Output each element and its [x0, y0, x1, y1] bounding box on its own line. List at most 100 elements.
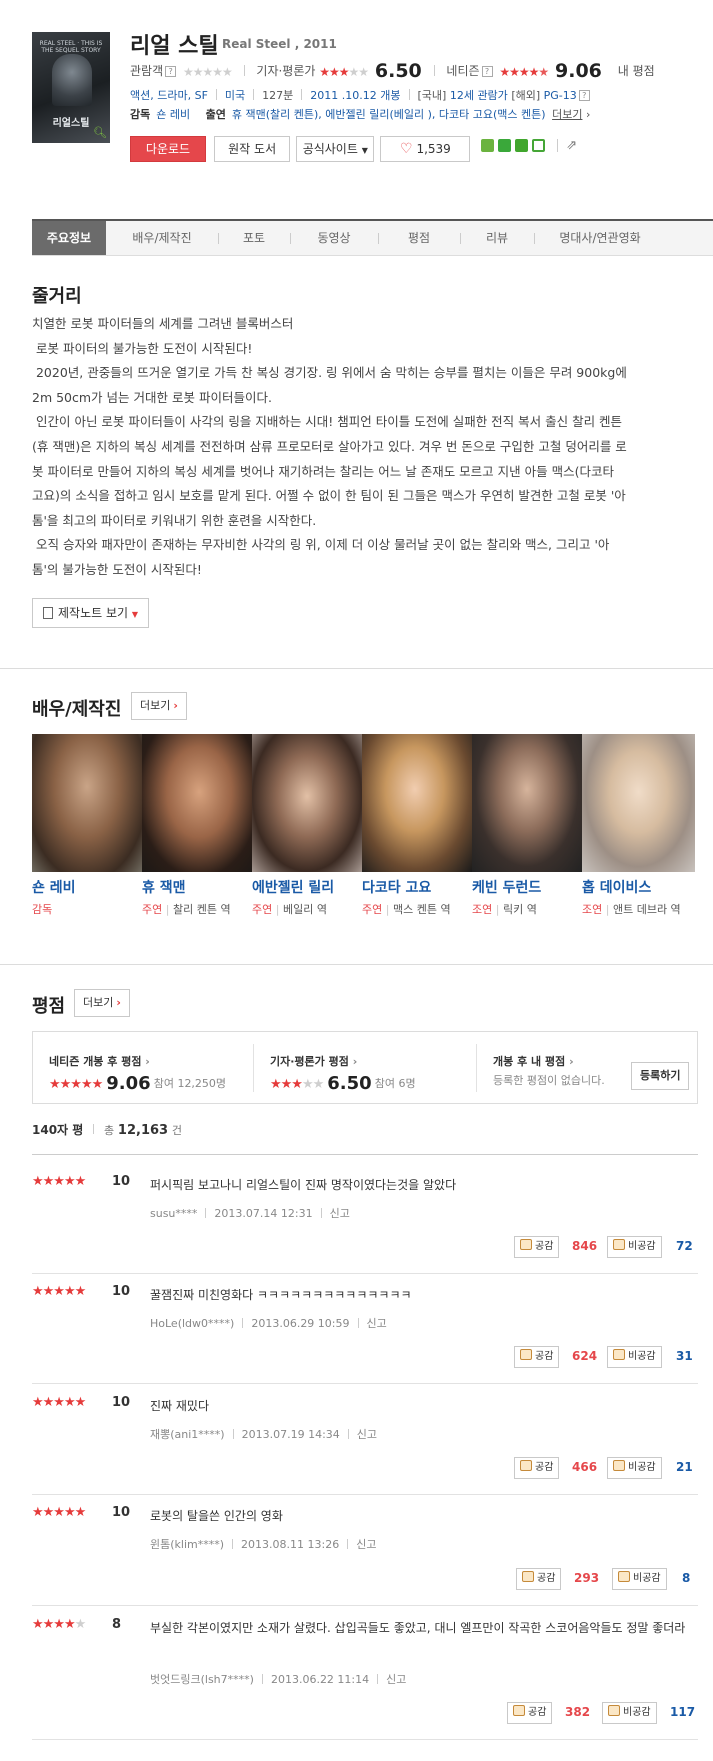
like-button[interactable]: 공감 — [516, 1568, 562, 1590]
dislike-button[interactable]: 비공감 — [607, 1236, 662, 1258]
cast-more-button[interactable]: 더보기 › — [131, 692, 187, 720]
dislike-button[interactable]: 비공감 — [607, 1457, 662, 1479]
report-link[interactable]: 신고 — [367, 1317, 387, 1330]
cast-name[interactable]: 숀 레비 — [32, 877, 76, 897]
bookmark-share-icon[interactable] — [532, 139, 545, 152]
like-label: 공감 — [528, 1707, 547, 1718]
review-count-row: 140자 평 총 12,163 건 — [32, 1121, 182, 1138]
dislike-count: 31 — [676, 1349, 693, 1363]
cast-name[interactable]: 다코타 고요 — [362, 877, 431, 897]
cafe-share-icon[interactable] — [498, 139, 511, 152]
cast-photo[interactable] — [252, 734, 362, 872]
tab-review[interactable]: 리뷰 — [460, 221, 534, 255]
dislike-button[interactable]: 비공감 — [607, 1346, 662, 1368]
report-link[interactable]: 신고 — [357, 1428, 377, 1441]
ratings-more-button[interactable]: 더보기 › — [74, 989, 130, 1017]
movie-poster[interactable]: REAL STEEL · THIS IS THE SEQUEL STORY 리얼… — [32, 32, 110, 143]
report-link[interactable]: 신고 — [356, 1538, 376, 1551]
release-date-link[interactable]: 2011 .10.12 개봉 — [310, 89, 400, 102]
review-user[interactable]: HoLe(ldw0****) — [150, 1317, 234, 1330]
review-user[interactable]: susu**** — [150, 1207, 197, 1220]
cast-section-title: 배우/제작진 — [32, 699, 122, 720]
synopsis-line: 로봇 파이터의 불가능한 도전이 시작된다! — [32, 340, 253, 356]
cast-more-link[interactable]: 더보기 — [552, 108, 582, 121]
like-button[interactable]: 공감 — [507, 1702, 553, 1724]
official-site-dropdown[interactable]: 공식사이트 ▼ — [296, 136, 375, 162]
review-meta: 벗엇드링크(lsh7****) 2013.06.22 11:14 신고 — [150, 1671, 406, 1687]
report-link[interactable]: 신고 — [386, 1673, 406, 1686]
my-rating-label[interactable]: 내 평점 — [618, 64, 655, 78]
thumbs-down-icon — [613, 1239, 625, 1250]
my-after-empty: 등록한 평점이 없습니다. — [493, 1074, 605, 1087]
dislike-button[interactable]: 비공감 — [602, 1702, 657, 1724]
tab-video[interactable]: 동영상 — [290, 221, 378, 255]
thumbs-down-icon — [618, 1571, 630, 1582]
me2day-share-icon[interactable] — [515, 139, 528, 152]
share-icon[interactable]: ⇗ — [566, 138, 577, 153]
review-text: 퍼시픽림 보고나니 리얼스틸이 진짜 명작이였다는것을 알았다 — [150, 1178, 457, 1192]
divider — [301, 89, 303, 100]
like-button[interactable]: 공감 — [514, 1346, 560, 1368]
production-notes-button[interactable]: 제작노트 보기 ▼ — [32, 598, 150, 628]
tab-rating[interactable]: 평점 — [378, 221, 460, 255]
zoom-icon[interactable]: 🔍︎ — [93, 126, 107, 140]
cast-photo[interactable] — [472, 734, 582, 872]
help-icon[interactable]: ? — [165, 66, 177, 77]
cast-name[interactable]: 케빈 두런드 — [472, 877, 541, 897]
section-divider — [0, 964, 713, 965]
character-name: 릭키 역 — [502, 903, 537, 916]
tab-quotes-related[interactable]: 명대사/연관영화 — [534, 221, 666, 255]
tab-cast[interactable]: 배우/제작진 — [106, 221, 218, 255]
tab-photo[interactable]: 포토 — [218, 221, 290, 255]
review-user[interactable]: 벗엇드링크(lsh7****) — [150, 1673, 254, 1686]
action-bar: 다운로드 원작 도서 공식사이트 ▼ ♡ 1,539 — [130, 136, 471, 162]
synopsis-title: 줄거리 — [32, 286, 82, 307]
role-type: 주연 — [142, 903, 163, 916]
cast-photo[interactable] — [362, 734, 472, 872]
cast-photo[interactable] — [582, 734, 695, 872]
divider — [253, 89, 255, 100]
like-button[interactable]: ♡ 1,539 — [380, 136, 471, 162]
cast-name[interactable]: 홉 데이비스 — [582, 877, 651, 897]
tab-main-info[interactable]: 주요정보 — [32, 221, 106, 255]
rating-domestic-prefix: [국내] — [417, 89, 447, 102]
cast-links[interactable]: 휴 잭맨(찰리 켄튼), 에반젤린 릴리(베일리 ), 다코타 고요(맥스 켄튼… — [232, 108, 546, 121]
dislike-count: 117 — [670, 1705, 696, 1719]
help-icon[interactable]: ? — [578, 90, 590, 101]
review-user[interactable]: 윈톰(klim****) — [150, 1538, 224, 1551]
rating-domestic-link[interactable]: 12세 관람가 — [450, 89, 508, 102]
review-meta: susu**** 2013.07.14 12:31 신고 — [150, 1205, 350, 1221]
divider — [557, 139, 559, 152]
like-button[interactable]: 공감 — [514, 1236, 560, 1258]
credits-row: 감독 숀 레비 출연 휴 잭맨(찰리 켄튼), 에반젤린 릴리(베일리 ), 다코타… — [130, 108, 591, 121]
dislike-button[interactable]: 비공감 — [612, 1568, 667, 1590]
rating-overseas-link[interactable]: PG-13 — [544, 89, 577, 102]
like-label: 공감 — [537, 1573, 556, 1584]
my-after-link[interactable]: 개봉 후 내 평점 › — [493, 1053, 574, 1069]
review-score: 10 — [112, 1505, 131, 1520]
help-icon[interactable]: ? — [481, 66, 493, 77]
thumbs-up-icon — [520, 1460, 532, 1471]
review-user[interactable]: 재뽕(ani1****) — [150, 1428, 225, 1441]
cast-name[interactable]: 휴 잭맨 — [142, 877, 186, 897]
cast-photo[interactable] — [142, 734, 252, 872]
like-button[interactable]: 공감 — [514, 1457, 560, 1479]
original-book-button[interactable]: 원작 도서 — [214, 136, 291, 162]
review-text: 부실한 각본이였지만 소재가 살렸다. 삽입곡들도 좋았고, 대니 엘프만이 작… — [150, 1621, 686, 1635]
cast-name[interactable]: 에반젤린 릴리 — [252, 877, 334, 897]
director-link[interactable]: 숀 레비 — [156, 108, 190, 121]
register-rating-button[interactable]: 등록하기 — [631, 1062, 690, 1090]
genres-link[interactable]: 액션, 드라마, SF — [130, 89, 208, 102]
movie-subtitle: Real Steel , 2011 — [222, 37, 337, 51]
divider — [32, 1494, 698, 1495]
total-count: 12,163 — [117, 1123, 169, 1138]
report-link[interactable]: 신고 — [330, 1207, 350, 1220]
blog-share-icon[interactable] — [481, 139, 494, 152]
like-label: 공감 — [535, 1462, 554, 1473]
download-button[interactable]: 다운로드 — [130, 136, 206, 162]
cast-photo[interactable] — [32, 734, 142, 872]
critic-link[interactable]: 기자·평론가 평점 › — [270, 1053, 357, 1069]
divider — [32, 1605, 698, 1606]
country-link[interactable]: 미국 — [225, 89, 245, 102]
netizen-after-link[interactable]: 네티즌 개봉 후 평점 › — [49, 1053, 150, 1069]
